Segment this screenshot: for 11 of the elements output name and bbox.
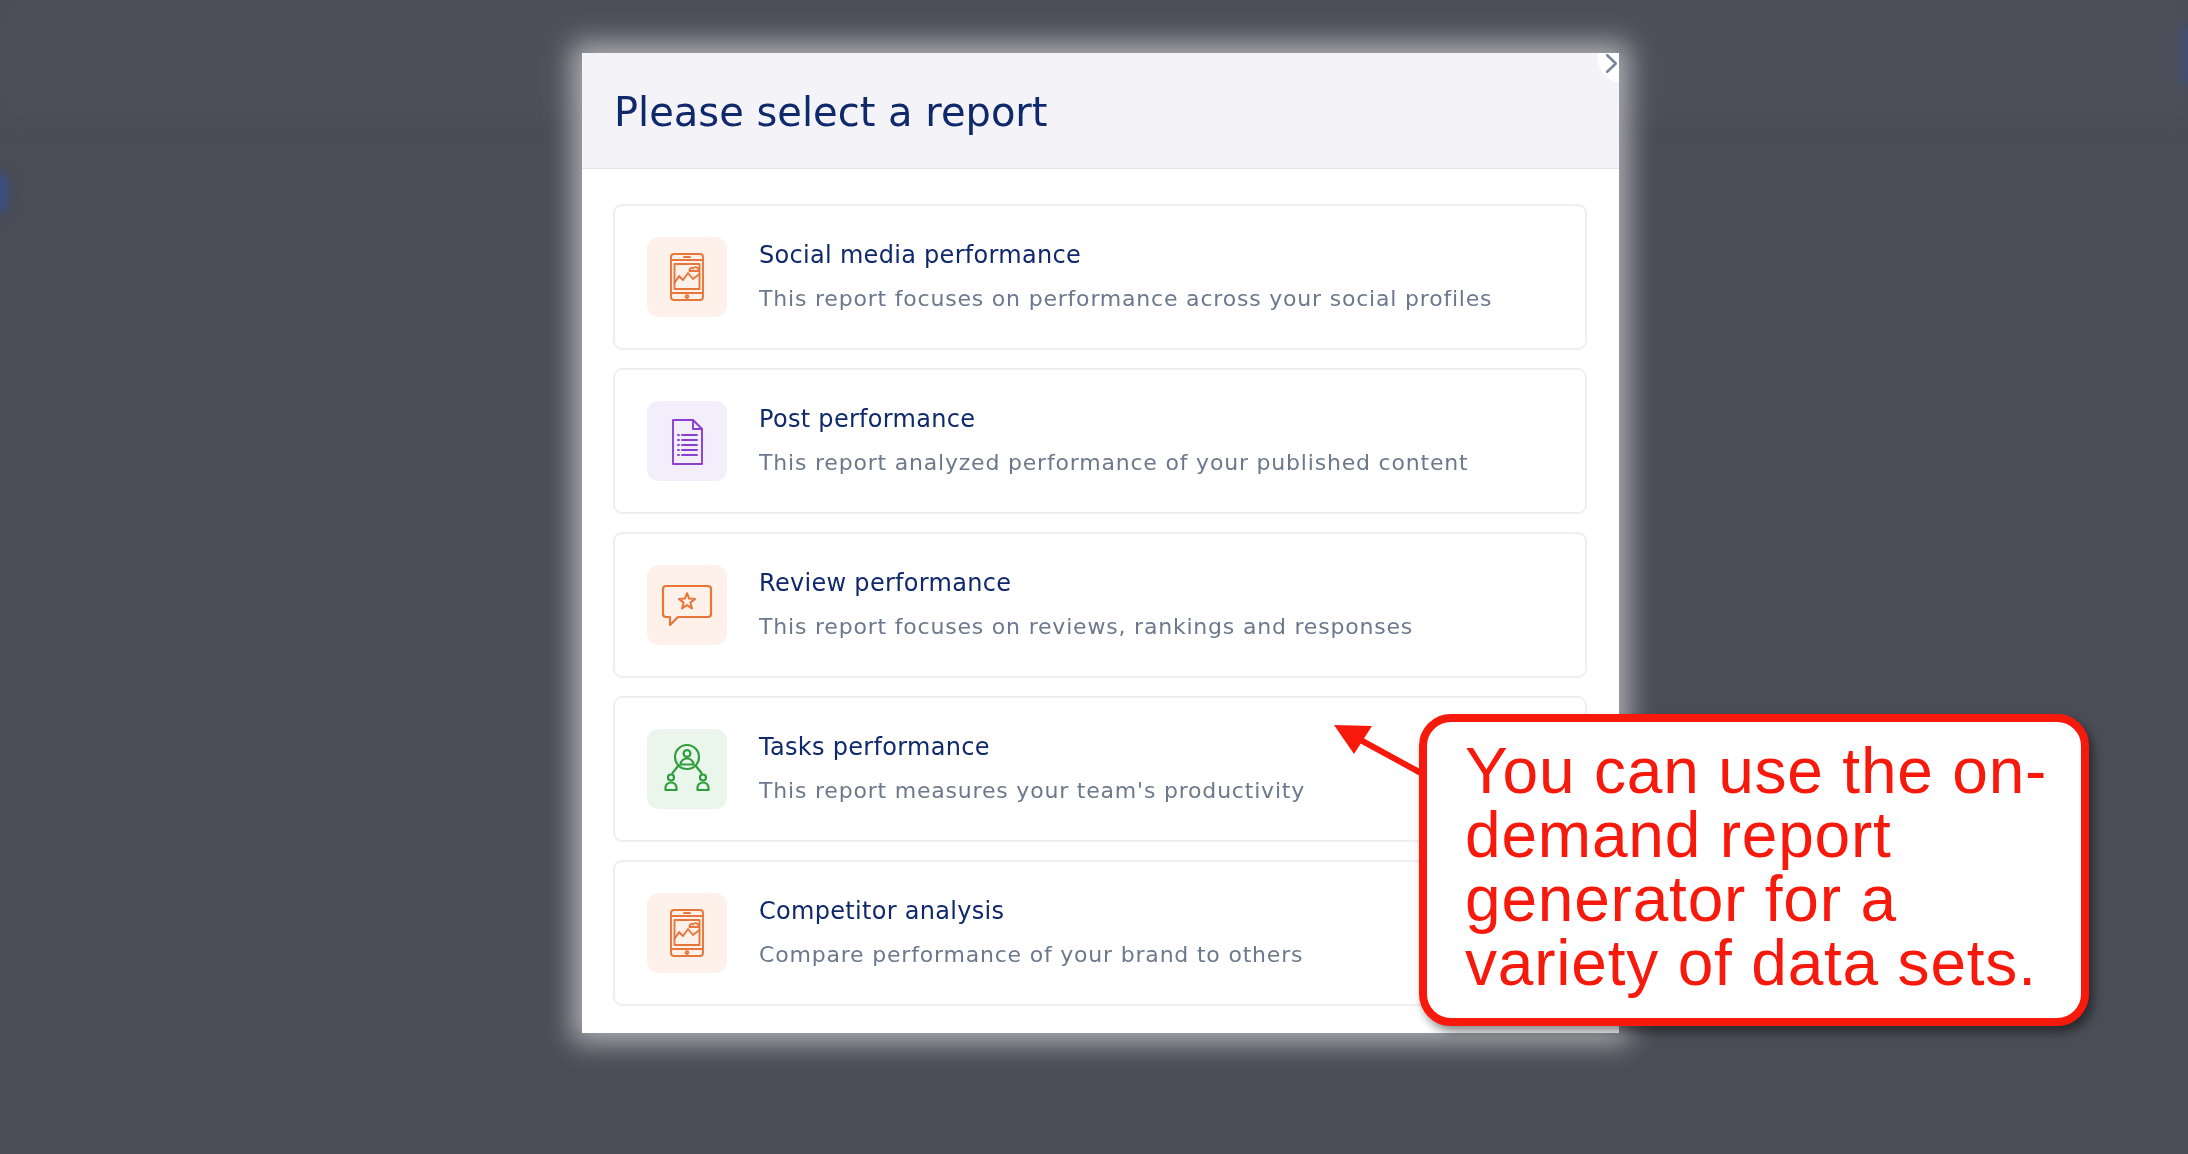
report-title: Review performance xyxy=(759,568,1013,598)
report-title: Post performance xyxy=(759,404,977,434)
report-title: Tasks performance xyxy=(759,732,991,762)
report-description: This report focuses on performance across your social profiles xyxy=(759,285,1493,313)
report-description: This report measures your team's productivity xyxy=(759,777,1306,805)
report-description: This report focuses on reviews, rankings and responses xyxy=(759,613,1414,641)
report-description: Compare performance of your brand to others xyxy=(759,941,1304,969)
report-description: This report analyzed performance of your published content xyxy=(759,449,1469,477)
report-title: Competitor analysis xyxy=(759,896,1006,926)
dialog-title: Please select a report xyxy=(614,87,1048,136)
report-title: Social media performance xyxy=(759,240,1083,270)
